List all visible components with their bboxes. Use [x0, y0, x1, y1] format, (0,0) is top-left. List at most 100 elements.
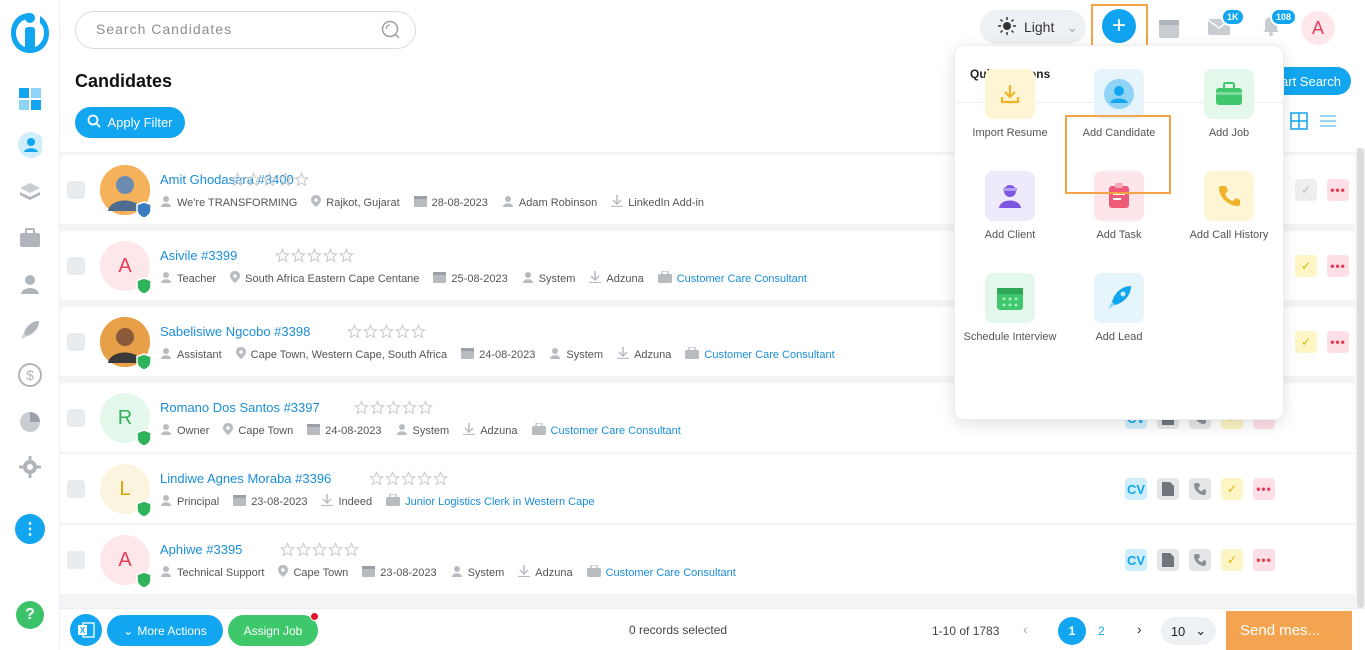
- star-icon[interactable]: [418, 400, 433, 415]
- row-checkbox[interactable]: [67, 551, 85, 569]
- star-icon[interactable]: [328, 542, 343, 557]
- check-icon[interactable]: ✓: [1295, 331, 1317, 353]
- meta-applied-job[interactable]: Customer Care Consultant: [657, 270, 807, 286]
- more-options-button[interactable]: •••: [1327, 331, 1349, 353]
- star-icon[interactable]: [354, 400, 369, 415]
- star-icon[interactable]: [291, 248, 306, 263]
- candidate-name[interactable]: Sabelisiwe Ngcobo #3398: [160, 324, 310, 339]
- star-icon[interactable]: [379, 324, 394, 339]
- star-icon[interactable]: [323, 248, 338, 263]
- document-icon[interactable]: [1157, 478, 1179, 500]
- star-icon[interactable]: [307, 248, 322, 263]
- quick-action-import-resume[interactable]: Import Resume: [960, 69, 1060, 139]
- layers-icon[interactable]: [18, 180, 42, 204]
- rating-stars[interactable]: [347, 324, 426, 339]
- star-icon[interactable]: [275, 248, 290, 263]
- scrollbar-thumb[interactable]: [1357, 148, 1364, 608]
- star-icon[interactable]: [278, 172, 293, 187]
- dashboard-icon[interactable]: [18, 87, 42, 111]
- reports-pie-icon[interactable]: [18, 410, 42, 434]
- candidates-icon[interactable]: [18, 132, 42, 158]
- help-icon[interactable]: ?: [16, 601, 44, 629]
- check-icon[interactable]: ✓: [1295, 255, 1317, 277]
- grid-view-icon[interactable]: [1290, 112, 1308, 133]
- cv-button[interactable]: CV: [1125, 549, 1147, 571]
- briefcase-icon[interactable]: [18, 226, 42, 250]
- meta-applied-job-text[interactable]: Junior Logistics Clerk in Western Cape: [405, 496, 594, 508]
- cv-button[interactable]: CV: [1125, 478, 1147, 500]
- rating-stars[interactable]: [369, 471, 448, 486]
- prev-page-icon[interactable]: ‹: [1023, 621, 1028, 637]
- row-checkbox[interactable]: [67, 480, 85, 498]
- star-icon[interactable]: [385, 471, 400, 486]
- quick-action-add-call-history[interactable]: Add Call History: [1179, 171, 1279, 241]
- document-icon[interactable]: [1157, 549, 1179, 571]
- meta-applied-job-text[interactable]: Customer Care Consultant: [704, 349, 834, 361]
- meta-applied-job[interactable]: Customer Care Consultant: [586, 564, 736, 580]
- meta-applied-job-text[interactable]: Customer Care Consultant: [677, 273, 807, 285]
- search-input[interactable]: [96, 21, 376, 37]
- rating-stars[interactable]: [275, 248, 354, 263]
- quick-action-add-lead[interactable]: Add Lead: [1069, 273, 1169, 343]
- star-icon[interactable]: [296, 542, 311, 557]
- client-icon[interactable]: [18, 272, 42, 296]
- list-view-icon[interactable]: [1319, 112, 1337, 133]
- check-icon[interactable]: ✓: [1221, 549, 1243, 571]
- meta-applied-job[interactable]: Customer Care Consultant: [685, 346, 835, 362]
- check-icon[interactable]: ✓: [1295, 179, 1317, 201]
- excel-export-icon[interactable]: X: [70, 614, 102, 646]
- scrollbar[interactable]: [1356, 148, 1365, 608]
- row-checkbox[interactable]: [67, 257, 85, 275]
- row-checkbox[interactable]: [67, 181, 85, 199]
- candidate-name[interactable]: Asivile #3399: [160, 248, 237, 263]
- calendar-icon[interactable]: [1158, 17, 1180, 42]
- star-icon[interactable]: [395, 324, 410, 339]
- star-icon[interactable]: [401, 471, 416, 486]
- rocket-icon[interactable]: [18, 318, 42, 342]
- meta-applied-job[interactable]: Junior Logistics Clerk in Western Cape: [386, 493, 594, 509]
- per-page-select[interactable]: 10 ⌄: [1161, 617, 1216, 645]
- quick-add-button[interactable]: +: [1102, 9, 1136, 43]
- star-icon[interactable]: [262, 172, 277, 187]
- row-checkbox[interactable]: [67, 333, 85, 351]
- star-icon[interactable]: [386, 400, 401, 415]
- check-icon[interactable]: ✓: [1221, 478, 1243, 500]
- meta-applied-job-text[interactable]: Customer Care Consultant: [606, 567, 736, 579]
- rating-stars[interactable]: [280, 542, 359, 557]
- send-message-button[interactable]: Send mes...: [1226, 611, 1352, 650]
- dollar-icon[interactable]: $: [18, 363, 42, 387]
- star-icon[interactable]: [312, 542, 327, 557]
- candidate-name[interactable]: Aphiwe #3395: [160, 542, 242, 557]
- phone-icon[interactable]: [1189, 549, 1211, 571]
- page-1-button[interactable]: 1: [1058, 617, 1086, 645]
- star-icon[interactable]: [339, 248, 354, 263]
- rating-stars[interactable]: [354, 400, 433, 415]
- table-row[interactable]: A Aphiwe #3395 Technical Support Cape Town 2…: [60, 525, 1355, 594]
- theme-toggle[interactable]: Light ⌄: [980, 10, 1086, 44]
- row-checkbox[interactable]: [67, 409, 85, 427]
- meta-applied-job[interactable]: Customer Care Consultant: [531, 422, 681, 438]
- star-icon[interactable]: [246, 172, 261, 187]
- quick-action-add-job[interactable]: Add Job: [1179, 69, 1279, 139]
- rating-stars[interactable]: [230, 172, 309, 187]
- app-logo[interactable]: [10, 9, 50, 55]
- next-page-icon[interactable]: ›: [1137, 621, 1142, 637]
- star-icon[interactable]: [411, 324, 426, 339]
- star-icon[interactable]: [280, 542, 295, 557]
- star-icon[interactable]: [369, 471, 384, 486]
- star-icon[interactable]: [433, 471, 448, 486]
- more-options-button[interactable]: •••: [1253, 549, 1275, 571]
- quick-action-add-client[interactable]: Add Client: [960, 171, 1060, 241]
- candidate-name[interactable]: Romano Dos Santos #3397: [160, 400, 320, 415]
- candidate-name[interactable]: Lindiwe Agnes Moraba #3396: [160, 471, 331, 486]
- user-avatar[interactable]: A: [1301, 11, 1335, 45]
- more-options-button[interactable]: •••: [1253, 478, 1275, 500]
- settings-gear-icon[interactable]: [18, 455, 42, 479]
- star-icon[interactable]: [294, 172, 309, 187]
- phone-icon[interactable]: [1189, 478, 1211, 500]
- star-icon[interactable]: [344, 542, 359, 557]
- search-icon[interactable]: [381, 20, 401, 43]
- table-row[interactable]: L Lindiwe Agnes Moraba #3396 Principal 23-0…: [60, 454, 1355, 523]
- more-options-button[interactable]: •••: [1327, 179, 1349, 201]
- quick-action-schedule-interview[interactable]: Schedule Interview: [960, 273, 1060, 343]
